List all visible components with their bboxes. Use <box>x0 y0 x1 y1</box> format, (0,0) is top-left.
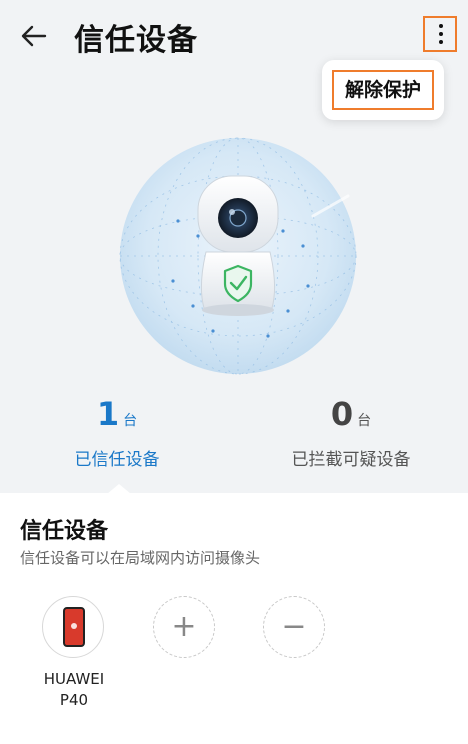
device-name: HUAWEI P40 <box>30 669 118 711</box>
security-camera-icon <box>119 137 357 375</box>
device-stats: 1台 已信任设备 0台 已拦截可疑设备 <box>0 395 468 495</box>
back-arrow-icon <box>21 25 47 47</box>
popup-menu: 解除保护 <box>322 60 444 120</box>
page-title: 信任设备 <box>74 23 198 58</box>
more-vertical-icon <box>439 24 443 28</box>
blocked-count: 0 <box>330 395 354 433</box>
trusted-devices-panel: 信任设备 信任设备可以在局域网内访问摄像头 + − HUAWEI P40 <box>0 493 468 744</box>
blocked-devices-tab[interactable]: 0台 已拦截可疑设备 <box>234 395 468 470</box>
back-button[interactable] <box>18 20 50 52</box>
blocked-count-unit: 台 <box>357 413 372 429</box>
section-title: 信任设备 <box>20 519 109 544</box>
more-options-button[interactable] <box>423 16 457 52</box>
remove-device-button[interactable]: − <box>263 596 325 658</box>
add-device-button[interactable]: + <box>153 596 215 658</box>
device-name-line1: HUAWEI <box>43 670 105 688</box>
plus-icon: + <box>171 609 197 644</box>
phone-icon <box>63 607 85 647</box>
blocked-devices-label: 已拦截可疑设备 <box>291 450 411 470</box>
trusted-count: 1 <box>96 395 120 433</box>
trusted-devices-tab[interactable]: 1台 已信任设备 <box>0 395 234 470</box>
trusted-count-unit: 台 <box>123 413 138 429</box>
unprotect-menu-item[interactable]: 解除保护 <box>332 70 434 110</box>
protection-illustration <box>118 136 358 376</box>
device-name-line2: P40 <box>59 691 89 709</box>
minus-icon: − <box>281 609 307 644</box>
trusted-devices-label: 已信任设备 <box>74 450 160 470</box>
section-subtitle: 信任设备可以在局域网内访问摄像头 <box>20 549 261 567</box>
device-huawei-p40[interactable] <box>42 596 104 658</box>
